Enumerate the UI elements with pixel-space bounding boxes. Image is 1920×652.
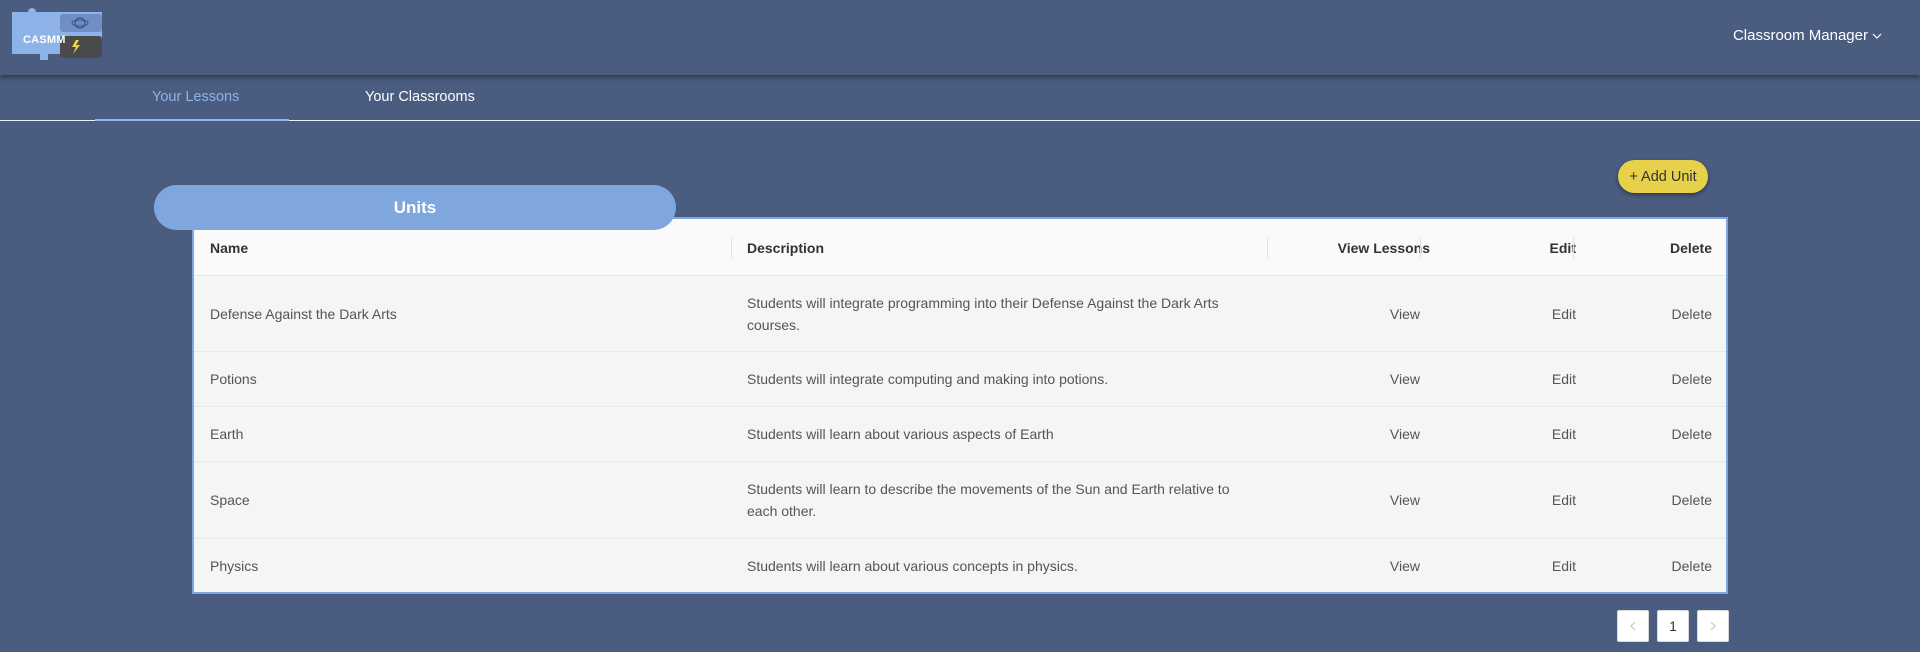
unit-name: Space [210, 492, 250, 508]
table-row: Defense Against the Dark Arts Students w… [194, 276, 1726, 352]
view-lessons-link[interactable]: View [1390, 489, 1420, 511]
edit-unit-link[interactable]: Edit [1552, 489, 1576, 511]
column-divider [731, 237, 732, 259]
delete-unit-link[interactable]: Delete [1672, 303, 1712, 325]
logo-text: CASMM [23, 34, 66, 46]
unit-description-line: courses. [747, 317, 800, 333]
edit-unit-link[interactable]: Edit [1552, 303, 1576, 325]
page-number-button[interactable]: 1 [1657, 610, 1689, 642]
next-page-button[interactable] [1697, 610, 1729, 642]
view-lessons-link[interactable]: View [1390, 368, 1420, 390]
edit-unit-link[interactable]: Edit [1552, 423, 1576, 445]
column-divider [1573, 237, 1574, 259]
unit-name: Potions [210, 371, 257, 387]
table-row: Potions Students will integrate computin… [194, 352, 1726, 407]
unit-description-line: each other. [747, 503, 817, 519]
view-lessons-link[interactable]: View [1390, 303, 1420, 325]
column-header-description: Description [747, 240, 825, 256]
unit-description-line: Students will learn about various concep… [747, 558, 1078, 574]
unit-description-line: Students will integrate programming into… [747, 295, 1219, 311]
column-divider [1420, 237, 1421, 259]
table-row: Space Students will learn to describe th… [194, 462, 1726, 539]
add-unit-button[interactable]: + Add Unit [1618, 160, 1708, 193]
unit-description-line: Students will learn about various aspect… [747, 426, 1054, 442]
column-header-view-lessons: View Lessons [1337, 240, 1430, 256]
delete-unit-link[interactable]: Delete [1672, 368, 1712, 390]
casmm-logo[interactable]: CASMM [10, 8, 104, 66]
tab-your-classrooms[interactable]: Your Classrooms [365, 89, 475, 105]
column-header-delete: Delete [1669, 240, 1712, 256]
units-title: Units [154, 185, 676, 230]
table-row: Earth Students will learn about various … [194, 407, 1726, 462]
tab-your-lessons[interactable]: Your Lessons [152, 89, 239, 105]
units-table: Name Description View Lessons Edit Delet… [192, 217, 1728, 594]
app-header: CASMM Classroom Manager [0, 0, 1920, 75]
unit-description-line: Students will learn to describe the move… [747, 481, 1230, 497]
unit-description-line: Students will integrate computing and ma… [747, 371, 1109, 387]
delete-unit-link[interactable]: Delete [1672, 555, 1712, 577]
user-menu-dropdown[interactable]: Classroom Manager [1733, 27, 1882, 44]
edit-unit-link[interactable]: Edit [1552, 555, 1576, 577]
chevron-right-icon [1710, 621, 1716, 631]
view-lessons-link[interactable]: View [1390, 423, 1420, 445]
view-lessons-link[interactable]: View [1390, 555, 1420, 577]
unit-name: Physics [210, 558, 259, 574]
column-divider [1267, 237, 1268, 259]
previous-page-button[interactable] [1617, 610, 1649, 642]
column-header-name: Name [210, 240, 249, 256]
chevron-down-icon [1872, 33, 1882, 39]
user-menu-label: Classroom Manager [1732, 27, 1868, 44]
unit-name: Earth [210, 426, 244, 442]
tab-bar: Your Lessons Your Classrooms [0, 75, 1920, 121]
table-row: Physics Students will learn about variou… [194, 539, 1726, 592]
delete-unit-link[interactable]: Delete [1672, 423, 1712, 445]
chevron-left-icon [1630, 621, 1636, 631]
unit-name: Defense Against the Dark Arts [210, 306, 397, 322]
active-tab-indicator [95, 119, 289, 121]
delete-unit-link[interactable]: Delete [1672, 489, 1712, 511]
edit-unit-link[interactable]: Edit [1552, 368, 1576, 390]
